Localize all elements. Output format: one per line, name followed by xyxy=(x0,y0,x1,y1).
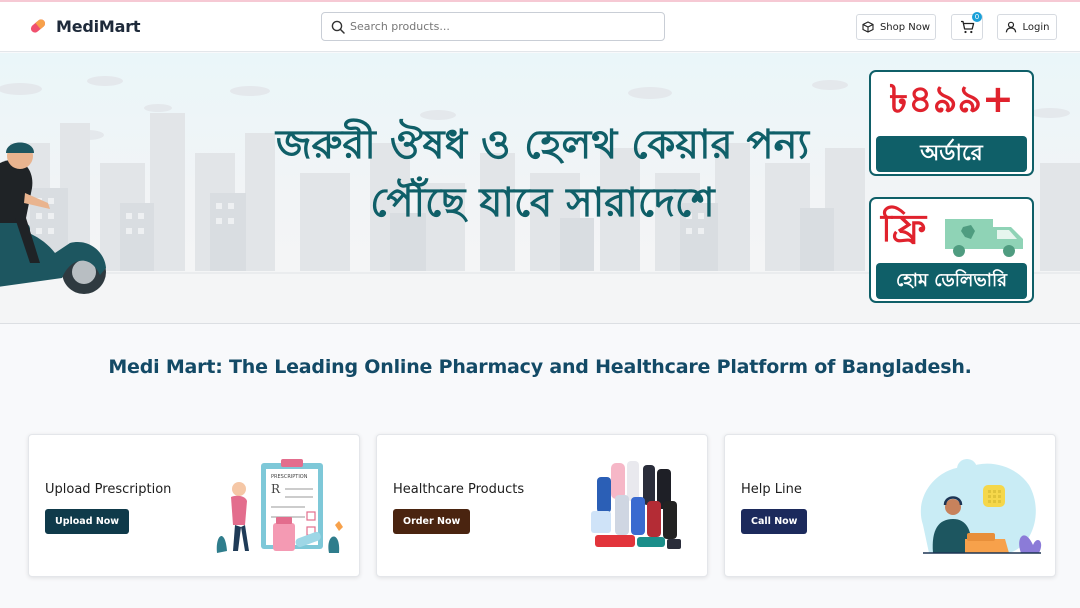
card-title: Healthcare Products xyxy=(393,482,525,497)
banner-headline-line1: জরুরী ঔষধ ও হেলথ কেয়ার পন্য xyxy=(275,122,810,168)
svg-text:R: R xyxy=(271,482,281,496)
svg-text:PRESCRIPTION: PRESCRIPTION xyxy=(271,474,308,480)
offer-amount: ৳৪৯৯+ xyxy=(889,77,1014,121)
user-icon xyxy=(1005,21,1016,33)
login-label: Login xyxy=(1022,21,1050,33)
prescription-illustration: PRESCRIPTION R xyxy=(216,459,343,553)
banner-headline-line2: পৌঁছে যাবে সারাদেশে xyxy=(370,180,715,226)
offer-label: অর্ডারে xyxy=(876,136,1027,172)
brand-logo[interactable]: MediMart xyxy=(28,16,141,36)
cart-icon xyxy=(960,20,974,34)
search-icon xyxy=(331,20,345,34)
search-input[interactable] xyxy=(350,20,650,33)
shop-now-button[interactable]: Shop Now xyxy=(856,14,936,40)
card-title: Help Line xyxy=(741,482,802,497)
free-delivery-box: ফ্রি হোম ডেলিভারি xyxy=(869,197,1034,303)
products-illustration xyxy=(591,461,681,549)
shop-now-label: Shop Now xyxy=(879,21,931,33)
delivery-van-icon xyxy=(945,219,1023,257)
box-icon xyxy=(862,21,874,33)
site-header: MediMart Shop Now 0 Login xyxy=(0,2,1080,52)
search-box[interactable] xyxy=(321,12,665,41)
brand-name: MediMart xyxy=(56,16,141,36)
pill-logo-icon xyxy=(30,19,46,33)
free-label: ফ্রি xyxy=(881,206,927,250)
delivery-label: হোম ডেলিভারি xyxy=(876,263,1027,299)
promo-banner[interactable]: জরুরী ঔষধ ও হেলথ কেয়ার পন্য পৌঁছে যাবে … xyxy=(0,53,1080,324)
call-now-button[interactable]: Call Now xyxy=(741,509,808,534)
upload-now-button[interactable]: Upload Now xyxy=(45,509,130,534)
upload-prescription-card[interactable]: Upload Prescription Upload Now PRESCRIPT… xyxy=(28,434,360,577)
min-order-offer-box: ৳৪৯৯+ অর্ডারে xyxy=(869,70,1034,176)
card-title: Upload Prescription xyxy=(45,482,172,497)
help-line-card[interactable]: Help Line Call Now xyxy=(724,434,1056,577)
page-tagline: Medi Mart: The Leading Online Pharmacy a… xyxy=(108,356,972,378)
healthcare-products-card[interactable]: Healthcare Products Order Now xyxy=(376,434,708,577)
order-now-button[interactable]: Order Now xyxy=(393,509,471,534)
login-button[interactable]: Login xyxy=(997,14,1057,40)
help-line-illustration xyxy=(920,459,1042,554)
cart-count-badge: 0 xyxy=(972,12,982,22)
